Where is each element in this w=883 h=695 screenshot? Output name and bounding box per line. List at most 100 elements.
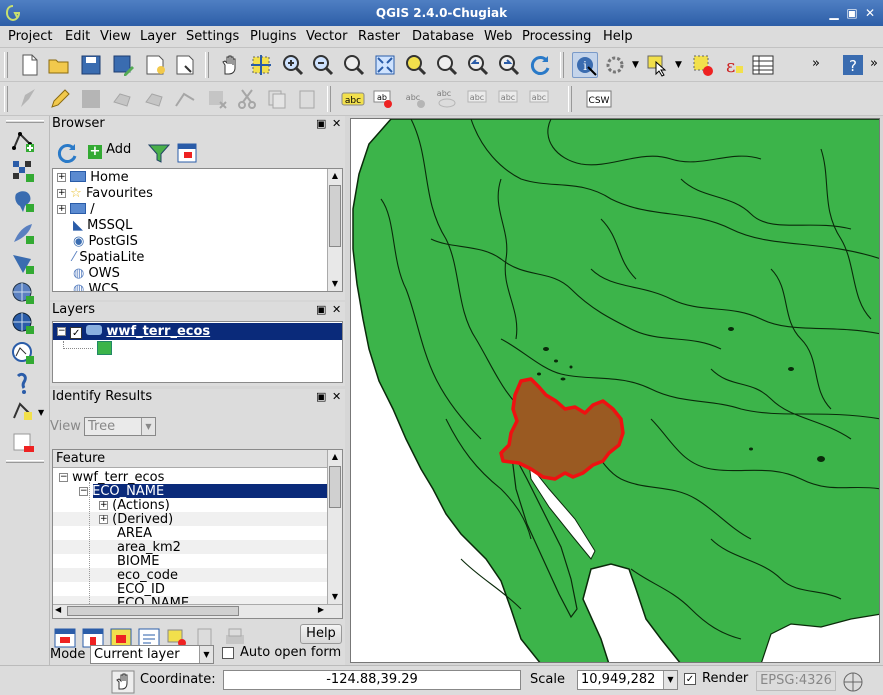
map-canvas[interactable] bbox=[350, 118, 880, 663]
help-contents-icon[interactable]: ? bbox=[840, 52, 866, 78]
list-item[interactable]: ◉ PostGIS bbox=[73, 234, 138, 250]
attribute-table-icon[interactable] bbox=[750, 52, 776, 78]
open-project-icon[interactable] bbox=[46, 52, 72, 78]
scroll-right-icon[interactable]: ▶ bbox=[318, 605, 324, 614]
refresh-icon[interactable] bbox=[527, 52, 553, 78]
expand-icon[interactable]: + bbox=[57, 189, 66, 198]
list-item[interactable]: ◣ MSSQL bbox=[73, 218, 132, 234]
expand-tree-icon[interactable] bbox=[52, 625, 76, 648]
refresh-browser-icon[interactable] bbox=[54, 140, 77, 163]
layer-labeling-icon[interactable]: abc bbox=[340, 86, 366, 112]
select-dropdown-icon[interactable]: ▼ bbox=[675, 60, 682, 70]
crs-status-button[interactable]: EPSG:4326 bbox=[756, 671, 836, 691]
menu-processing[interactable]: Processing bbox=[522, 29, 591, 44]
pan-to-selection-icon[interactable] bbox=[248, 52, 274, 78]
render-checkbox[interactable]: ✓ bbox=[684, 673, 696, 685]
save-project-icon[interactable] bbox=[78, 52, 104, 78]
view-select[interactable]: Tree ▼ bbox=[84, 417, 156, 436]
scroll-up-icon[interactable]: ▲ bbox=[328, 169, 342, 183]
layer-visibility-checkbox[interactable]: ✓ bbox=[70, 327, 83, 339]
toolbar-overflow-icon[interactable]: » bbox=[812, 56, 820, 71]
move-feature-icon[interactable] bbox=[142, 86, 168, 112]
menu-database[interactable]: Database bbox=[412, 29, 474, 44]
new-layer-dropdown-icon[interactable]: ▼ bbox=[38, 408, 44, 417]
paste-features-icon[interactable] bbox=[294, 86, 320, 112]
feature-column-header[interactable]: Feature bbox=[53, 450, 328, 468]
pan-hand-icon[interactable] bbox=[217, 52, 243, 78]
minimize-icon[interactable]: ▁ bbox=[826, 5, 842, 21]
toolbar-grip[interactable] bbox=[6, 460, 44, 463]
csw-client-icon[interactable]: CSW bbox=[586, 86, 612, 112]
zoom-to-layer-icon[interactable] bbox=[434, 52, 460, 78]
map-svg[interactable] bbox=[351, 119, 880, 663]
list-item[interactable]: + ☆ Favourites bbox=[57, 186, 153, 202]
cut-features-icon[interactable] bbox=[234, 86, 260, 112]
add-vector-layer-icon[interactable] bbox=[10, 128, 36, 154]
toolbar-grip[interactable] bbox=[205, 52, 209, 78]
new-project-icon[interactable] bbox=[16, 52, 42, 78]
add-wfs-layer-icon[interactable] bbox=[10, 340, 36, 366]
node-tool-icon[interactable] bbox=[172, 86, 198, 112]
coordinate-field[interactable]: -124.88,39.29 bbox=[223, 670, 521, 690]
menu-settings[interactable]: Settings bbox=[186, 29, 239, 44]
layer-row[interactable]: − ✓ wwf_terr_ecos bbox=[57, 324, 210, 340]
label-change-icon[interactable]: abc bbox=[527, 86, 553, 112]
toolbar-grip[interactable] bbox=[4, 86, 8, 112]
open-form-icon[interactable] bbox=[136, 625, 160, 648]
zoom-full-icon[interactable] bbox=[372, 52, 398, 78]
close-panel-icon[interactable]: ✕ bbox=[332, 390, 341, 403]
add-wcs-layer-icon[interactable] bbox=[10, 310, 36, 336]
toolbar-overflow-icon[interactable]: » bbox=[870, 56, 878, 71]
list-item[interactable]: + Home bbox=[57, 170, 129, 186]
menu-view[interactable]: View bbox=[100, 29, 131, 44]
zoom-in-icon[interactable] bbox=[280, 52, 306, 78]
label-rotate-icon[interactable]: abc bbox=[496, 86, 522, 112]
identify-scrollbar-v[interactable]: ▲ ▼ bbox=[327, 450, 342, 604]
run-action-icon[interactable] bbox=[602, 52, 628, 78]
expand-new-results-icon[interactable] bbox=[108, 625, 132, 648]
identify-scrollbar-h[interactable]: ◀ ▶ bbox=[53, 604, 342, 618]
float-panel-icon[interactable]: ▣ bbox=[316, 390, 326, 403]
clear-results-icon[interactable] bbox=[164, 625, 186, 647]
list-item[interactable]: + / bbox=[57, 202, 95, 218]
add-postgis-layer-icon[interactable] bbox=[10, 188, 36, 214]
zoom-next-icon[interactable] bbox=[496, 52, 522, 78]
remove-layer-icon[interactable] bbox=[10, 430, 36, 456]
delete-selected-icon[interactable] bbox=[204, 86, 230, 112]
add-feature-icon[interactable] bbox=[110, 86, 136, 112]
toggle-extents-icon[interactable] bbox=[110, 669, 135, 694]
expand-icon[interactable]: + bbox=[99, 515, 108, 524]
zoom-out-icon[interactable] bbox=[310, 52, 336, 78]
add-layer-button[interactable]: + Add bbox=[88, 142, 131, 162]
toolbar-grip[interactable] bbox=[6, 120, 44, 123]
label-pin-icon[interactable]: ab bbox=[371, 86, 397, 112]
menu-web[interactable]: Web bbox=[484, 29, 512, 44]
current-edits-icon[interactable] bbox=[16, 86, 42, 112]
menu-vector[interactable]: Vector bbox=[306, 29, 347, 44]
expand-icon[interactable]: + bbox=[57, 205, 66, 214]
expand-icon[interactable]: + bbox=[57, 173, 66, 182]
copy-features-icon[interactable] bbox=[264, 86, 290, 112]
collapse-icon[interactable]: − bbox=[79, 487, 88, 496]
add-delimited-text-icon[interactable] bbox=[10, 370, 36, 396]
menu-edit[interactable]: Edit bbox=[65, 29, 90, 44]
print-results-icon[interactable] bbox=[222, 625, 244, 645]
add-wms-layer-icon[interactable] bbox=[10, 280, 36, 306]
copy-results-icon[interactable] bbox=[192, 625, 214, 647]
maximize-icon[interactable]: ▣ bbox=[844, 5, 860, 21]
select-by-expression-icon[interactable]: ε bbox=[720, 52, 746, 78]
collapse-all-icon[interactable] bbox=[174, 140, 197, 163]
scroll-down-icon[interactable]: ▼ bbox=[328, 590, 342, 604]
scroll-thumb[interactable] bbox=[329, 466, 341, 508]
label-show-hide-icon[interactable]: abc bbox=[434, 86, 460, 112]
scroll-down-icon[interactable]: ▼ bbox=[328, 277, 342, 291]
scroll-thumb[interactable] bbox=[329, 185, 341, 247]
toggle-editing-icon[interactable] bbox=[46, 86, 72, 112]
layer-symbol-swatch[interactable] bbox=[97, 341, 112, 355]
identify-features-icon[interactable]: i bbox=[572, 52, 598, 78]
scale-select[interactable]: 10,949,282 ▼ bbox=[577, 670, 678, 690]
new-shapefile-icon[interactable] bbox=[10, 398, 36, 424]
menu-layer[interactable]: Layer bbox=[140, 29, 176, 44]
zoom-to-selection-icon[interactable] bbox=[403, 52, 429, 78]
zoom-native-icon[interactable] bbox=[341, 52, 367, 78]
